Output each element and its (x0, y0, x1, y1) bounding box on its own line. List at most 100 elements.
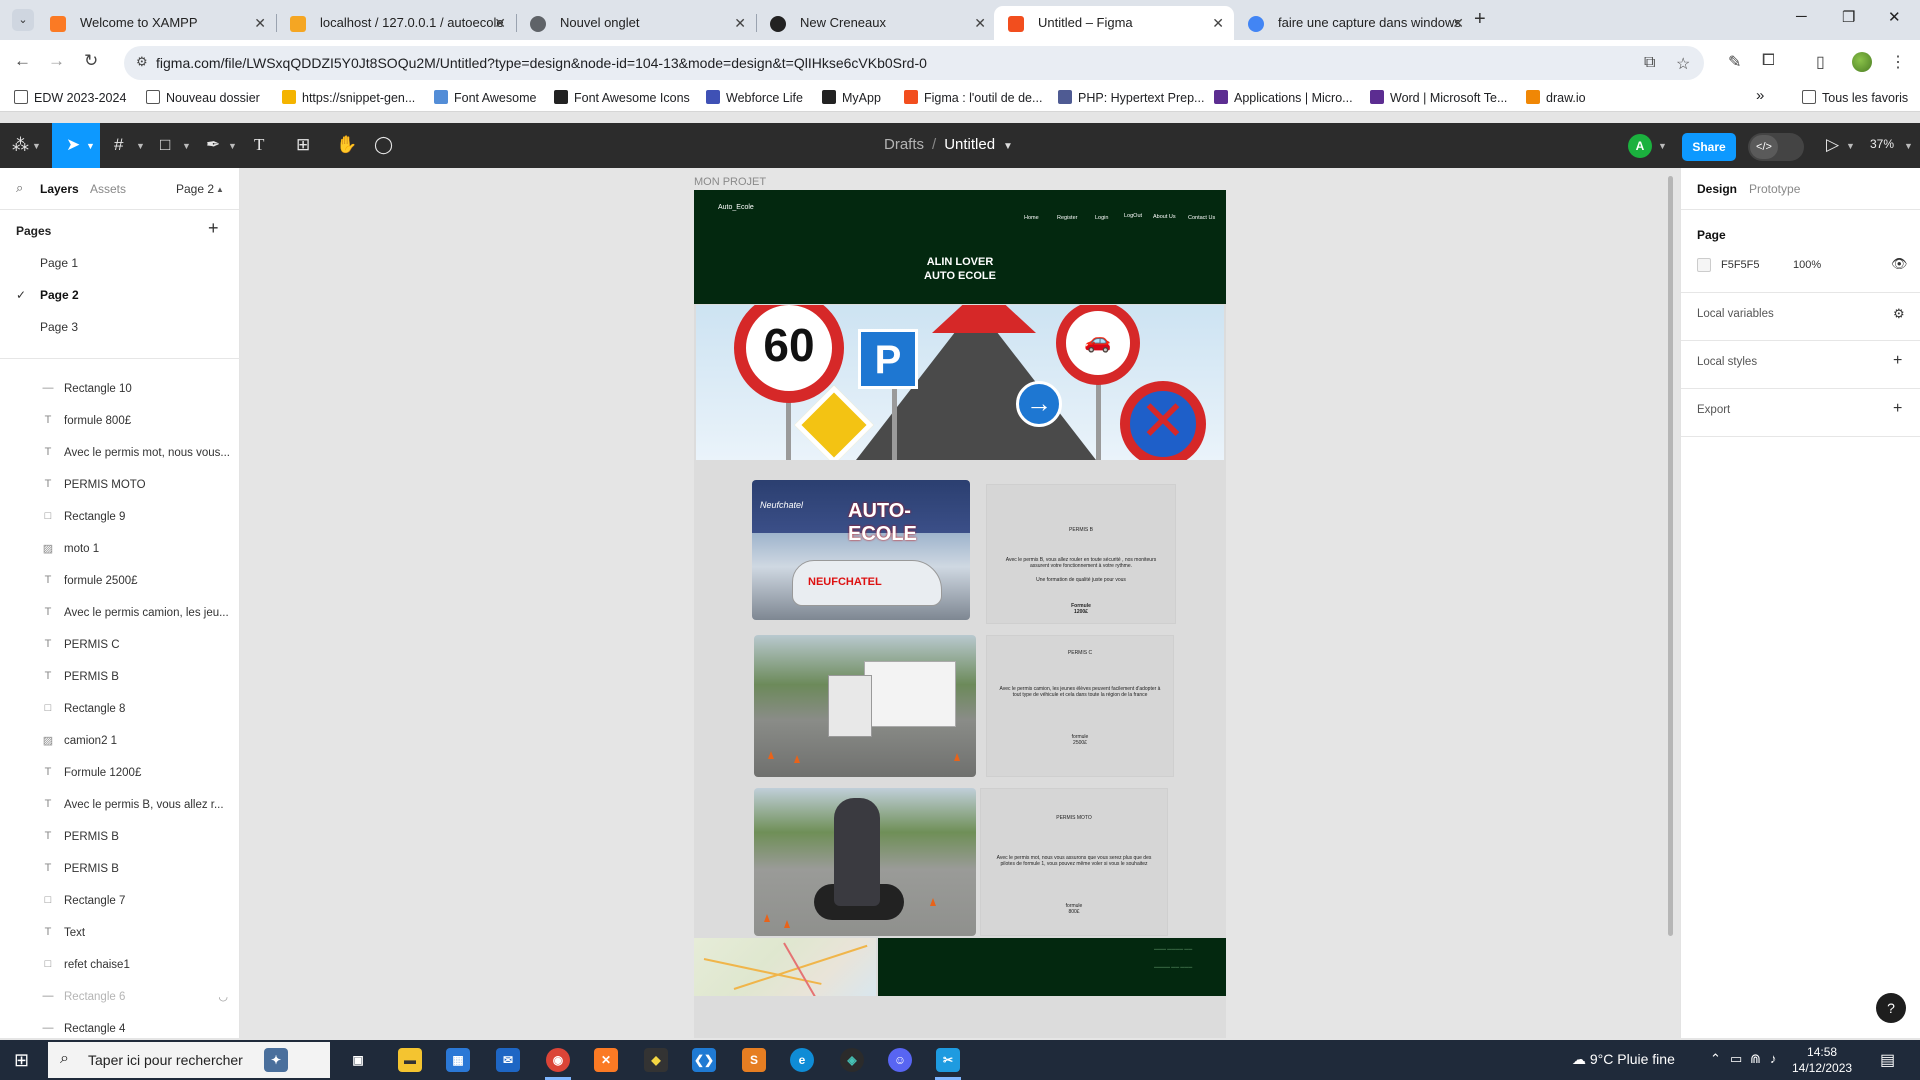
git-icon[interactable]: ◆ (644, 1048, 668, 1072)
hand-tool-icon[interactable]: ✋ (336, 135, 357, 155)
tray-chevron-up-icon[interactable]: ⌃ (1710, 1051, 1721, 1067)
page-fill-hex[interactable]: F5F5F5 (1721, 259, 1760, 271)
present-play-icon[interactable]: ▷ (1826, 135, 1839, 155)
move-tool-button[interactable]: ➤ ▼ (52, 123, 100, 168)
bookmark-star-icon[interactable]: ☆ (1676, 54, 1690, 74)
profile-avatar[interactable] (1852, 52, 1872, 72)
restore-icon[interactable]: ❐ (1842, 8, 1855, 26)
layer-row[interactable]: T Formule 1200£ (0, 758, 240, 790)
browser-tab-xampp[interactable]: Welcome to XAMPP ✕ (36, 6, 276, 40)
bookmark-link[interactable]: draw.io (1526, 90, 1586, 105)
page-item-3[interactable]: Page 3 (40, 320, 78, 334)
visibility-eye-icon[interactable]: 👁 (1891, 256, 1908, 272)
chevron-down-icon[interactable]: ▼ (1658, 141, 1667, 151)
layer-row[interactable]: T PERMIS C (0, 630, 240, 662)
permis-b-card[interactable]: PERMIS B Avec le permis B, vous allez ro… (986, 484, 1176, 624)
task-view-icon[interactable]: ▣ (346, 1048, 370, 1072)
clock[interactable]: 14:58 14/12/2023 (1792, 1044, 1852, 1076)
bookmark-folder[interactable]: EDW 2023-2024 (14, 90, 126, 105)
permis-moto-card[interactable]: PERMIS MOTO Avec le permis mot, nous vou… (980, 788, 1168, 936)
site-header[interactable]: Auto_Ecole Home Register Login LogOut Ab… (694, 190, 1226, 304)
app-icon[interactable]: ◈ (840, 1048, 864, 1072)
side-panel-icon[interactable]: ▯ (1816, 52, 1825, 72)
browser-tab-phpmyadmin[interactable]: localhost / 127.0.0.1 / autoecole ✕ (276, 6, 516, 40)
page-switcher[interactable]: Page 2 (176, 182, 214, 196)
text-tool-icon[interactable]: T (254, 135, 264, 155)
browser-tab-new-creneaux[interactable]: New Creneaux ✕ (756, 6, 996, 40)
variables-settings-icon[interactable]: ⚙ (1893, 306, 1905, 322)
layer-row[interactable]: Tformule 800£ (0, 406, 240, 438)
chevron-up-icon[interactable]: ▲ (216, 185, 224, 194)
bookmark-link[interactable]: Applications | Micro... (1214, 90, 1353, 105)
tab-layers[interactable]: Layers (40, 182, 79, 196)
canvas-scrollbar[interactable] (1668, 176, 1673, 936)
project-frame[interactable]: Auto_Ecole Home Register Login LogOut Ab… (694, 190, 1226, 1038)
bookmark-link[interactable]: Word | Microsoft Te... (1370, 90, 1507, 105)
add-page-icon[interactable]: + (208, 218, 219, 239)
new-tab-button[interactable]: + (1474, 8, 1486, 31)
file-explorer-icon[interactable]: ▬ (398, 1048, 422, 1072)
microsoft-store-icon[interactable]: ▦ (446, 1048, 470, 1072)
bookmark-link[interactable]: Font Awesome (434, 90, 536, 105)
layer-row[interactable]: ▨ moto 1 (0, 534, 240, 566)
browser-tab-new-tab[interactable]: Nouvel onglet ✕ (516, 6, 756, 40)
layer-row[interactable]: T Avec le permis mot, nous vous... (0, 438, 240, 470)
layer-row[interactable]: □ Rectangle 9 (0, 502, 240, 534)
chevron-down-icon[interactable]: ▼ (182, 141, 191, 151)
weather-widget[interactable]: ☁ 9°C Pluie fine (1572, 1051, 1675, 1068)
site-settings-icon[interactable]: ⚙ (136, 54, 148, 70)
permis-c-card[interactable]: PERMIS C Avec le permis camion, les jeun… (986, 635, 1174, 777)
page-fill-swatch[interactable] (1697, 258, 1711, 272)
bookmark-link[interactable]: MyApp (822, 90, 881, 105)
bookmark-link[interactable]: PHP: Hypertext Prep... (1058, 90, 1204, 105)
chevron-down-icon[interactable]: ▼ (32, 141, 41, 151)
bookmark-link[interactable]: Webforce Life (706, 90, 803, 105)
close-tab-icon[interactable]: ✕ (254, 6, 266, 40)
page-item-2[interactable]: Page 2 (40, 288, 79, 302)
sublime-icon[interactable]: S (742, 1048, 766, 1072)
zoom-level[interactable]: 37% (1870, 137, 1894, 151)
forward-icon[interactable]: → (48, 51, 65, 71)
address-bar[interactable]: ⚙ figma.com/file/LWSxqQDDZI5Y0Jt8SOQu2M/… (124, 46, 1704, 80)
tab-prototype[interactable]: Prototype (1749, 182, 1800, 196)
chevron-down-icon[interactable]: ▼ (228, 141, 237, 151)
layer-row[interactable]: Tformule 2500£ (0, 566, 240, 598)
add-export-icon[interactable]: + (1893, 400, 1902, 418)
bookmark-link[interactable]: Figma : l'outil de de... (904, 90, 1042, 105)
add-style-icon[interactable]: + (1893, 352, 1902, 370)
layer-row[interactable]: T PERMIS B (0, 822, 240, 854)
minimize-icon[interactable]: ─ (1796, 8, 1807, 25)
layer-row[interactable]: T Avec le permis camion, les jeu... (0, 598, 240, 630)
snip-tool-icon[interactable]: ✂ (936, 1048, 960, 1072)
browser-tab-google-search[interactable]: faire une capture dans windows ✕ (1234, 6, 1474, 40)
layer-row[interactable]: T PERMIS B (0, 662, 240, 694)
moto-photo[interactable] (754, 788, 976, 936)
chevron-down-icon[interactable]: ▼ (136, 141, 145, 151)
bookmark-link[interactable]: Font Awesome Icons (554, 90, 690, 105)
dev-mode-toggle[interactable]: </> (1748, 133, 1804, 161)
window-close-icon[interactable]: ✕ (1888, 8, 1901, 26)
frame-name-label[interactable]: MON PROJET (694, 176, 766, 188)
frame-tool-icon[interactable]: # (114, 135, 123, 155)
layer-row[interactable]: T PERMIS B (0, 854, 240, 886)
chevron-down-icon[interactable]: ▼ (1904, 141, 1913, 151)
layer-row[interactable]: — Rectangle 6 ◡ (0, 982, 240, 1014)
resources-icon[interactable]: ⊞ (296, 135, 310, 155)
local-styles-label[interactable]: Local styles (1697, 356, 1757, 368)
bookmark-folder[interactable]: Nouveau dossier (146, 90, 260, 105)
browser-menu-icon[interactable]: ⋮ (1890, 52, 1906, 72)
file-name[interactable]: Untitled (944, 136, 995, 153)
close-tab-icon[interactable]: ✕ (1212, 6, 1224, 40)
layer-row[interactable]: □ Rectangle 8 (0, 694, 240, 726)
mail-icon[interactable]: ✉ (496, 1048, 520, 1072)
browser-tab-figma[interactable]: Untitled – Figma ✕ (994, 6, 1234, 40)
close-tab-icon[interactable]: ✕ (494, 6, 506, 40)
xampp-taskbar-icon[interactable]: ✕ (594, 1048, 618, 1072)
chrome-taskbar-icon[interactable]: ◉ (546, 1048, 570, 1072)
close-tab-icon[interactable]: ✕ (734, 6, 746, 40)
layer-row[interactable]: T Text (0, 918, 240, 950)
user-avatar[interactable]: A (1628, 134, 1652, 158)
help-button[interactable]: ? (1876, 993, 1906, 1023)
bookmarks-overflow-icon[interactable]: » (1756, 87, 1764, 104)
layer-row[interactable]: T Avec le permis B, vous allez r... (0, 790, 240, 822)
